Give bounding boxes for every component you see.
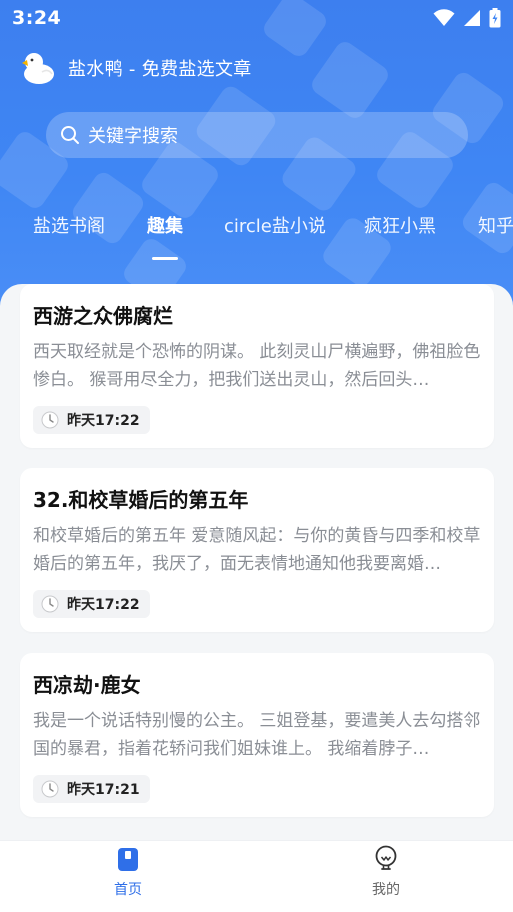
article-summary: 我是一个说话特别慢的公主。 三姐登基，要遣美人去勾搭邻国的暴君，指着花轿问我们姐…: [33, 711, 481, 759]
active-tab-indicator: [152, 257, 178, 260]
battery-icon: [489, 8, 501, 28]
background-decoration: [308, 38, 392, 122]
search-bar[interactable]: 关键字搜索: [46, 112, 468, 158]
tab-quji[interactable]: 趣集: [147, 212, 183, 238]
article-timestamp: 昨天17:21: [33, 775, 150, 803]
search-placeholder: 关键字搜索: [88, 126, 178, 147]
article-timestamp: 昨天17:22: [33, 590, 150, 618]
article-timestamp: 昨天17:22: [33, 406, 150, 434]
article-card[interactable]: 西凉劫·鹿女 我是一个说话特别慢的公主。 三姐登基，要遣美人去勾搭邻国的暴君，指…: [20, 653, 494, 817]
wifi-icon: [433, 9, 455, 26]
search-icon: [61, 126, 79, 144]
nav-home-label: 首页: [114, 882, 142, 898]
header-banner: 3:24 盐水鸭 - 免费盐选文章 关键字搜索 盐选书阁 趣集 circle盐小…: [0, 0, 513, 312]
clock-icon: [41, 595, 59, 613]
home-icon: [118, 848, 138, 871]
timestamp-text: 昨天17:22: [67, 413, 140, 429]
clock-icon: [41, 780, 59, 798]
status-bar: 3:24: [0, 0, 513, 36]
app-title: 盐水鸭 - 免费盐选文章: [68, 59, 252, 80]
bottom-navigation: 首页 我的: [0, 840, 513, 912]
tab-circle-yan-xiaoshuo[interactable]: circle盐小说: [224, 212, 326, 238]
app-title-row: 盐水鸭 - 免费盐选文章: [20, 48, 252, 88]
category-tabs: 盐选书阁 趣集 circle盐小说 疯狂小黑 知乎: [0, 212, 513, 262]
article-title: 32.和校草婚后的第五年: [33, 488, 249, 512]
article-summary: 西天取经就是个恐怖的阴谋。 此刻灵山尸横遍野，佛祖脸色惨白。 猴哥用尽全力，把我…: [33, 342, 481, 390]
article-card[interactable]: 西游之众佛腐烂 西天取经就是个恐怖的阴谋。 此刻灵山尸横遍野，佛祖脸色惨白。 猴…: [20, 284, 494, 448]
article-list: 西游之众佛腐烂 西天取经就是个恐怖的阴谋。 此刻灵山尸横遍野，佛祖脸色惨白。 猴…: [0, 284, 513, 844]
cellular-signal-icon: [464, 10, 480, 26]
status-icons: [433, 8, 501, 28]
duck-logo-icon: [22, 53, 54, 84]
article-card[interactable]: 32.和校草婚后的第五年 和校草婚后的第五年 爱意随风起：与你的黄昏与四季和校草…: [20, 468, 494, 632]
nav-home[interactable]: 首页: [68, 841, 188, 912]
lightbulb-icon: [375, 845, 397, 870]
nav-profile[interactable]: 我的: [326, 841, 446, 912]
article-summary: 和校草婚后的第五年 爱意随风起：与你的黄昏与四季和校草婚后的第五年，我厌了，面无…: [33, 526, 481, 574]
clock-icon: [41, 411, 59, 429]
article-title: 西凉劫·鹿女: [33, 673, 141, 697]
tab-fengkuang-xiaohei[interactable]: 疯狂小黑: [364, 212, 436, 238]
tab-yanxuan-shuge[interactable]: 盐选书阁: [33, 212, 105, 238]
article-title: 西游之众佛腐烂: [33, 304, 173, 328]
nav-profile-label: 我的: [372, 882, 400, 898]
status-time: 3:24: [12, 7, 62, 29]
tab-zhihu[interactable]: 知乎: [478, 212, 513, 238]
timestamp-text: 昨天17:21: [67, 782, 140, 798]
timestamp-text: 昨天17:22: [67, 597, 140, 613]
